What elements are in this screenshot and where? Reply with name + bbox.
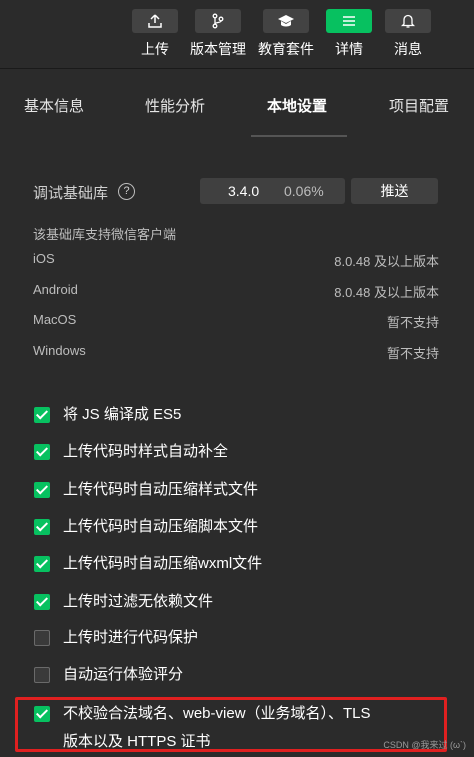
client-row-macos: MacOS 暂不支持 — [33, 312, 439, 330]
option-label: 上传代码时自动压缩脚本文件 — [63, 518, 259, 535]
checkbox[interactable] — [34, 519, 50, 535]
client-name: MacOS — [33, 312, 77, 327]
tab-basic-info[interactable]: 基本信息 — [24, 97, 84, 117]
branch-icon — [195, 9, 241, 33]
help-icon[interactable]: ? — [118, 183, 135, 200]
debug-library-label: 调试基础库 — [33, 185, 109, 202]
option-label: 自动运行体验评分 — [63, 666, 184, 683]
tab-project-config[interactable]: 项目配置 — [389, 97, 449, 117]
settings-panel: 上传 版本管理 教育套件 详情 消息 基本信息 性能分析 本地设置 项目配置 调… — [0, 0, 474, 757]
client-version: 8.0.48 及以上版本 — [334, 285, 439, 300]
checkbox[interactable] — [34, 594, 50, 610]
messages-label: 消息 — [394, 41, 422, 57]
bell-icon — [385, 9, 431, 33]
upload-label: 上传 — [141, 41, 169, 57]
toolbar: 上传 版本管理 教育套件 详情 消息 — [0, 0, 474, 69]
checkbox[interactable] — [34, 407, 50, 423]
version-manage-button[interactable]: 版本管理 — [186, 9, 250, 65]
tab-bar: 基本信息 性能分析 本地设置 项目配置 — [0, 69, 474, 139]
highlight-annotation — [15, 697, 447, 752]
tab-local-settings[interactable]: 本地设置 — [267, 97, 327, 117]
library-usage-percent: 0.06% — [284, 183, 324, 199]
option-label: 上传代码时自动压缩wxml文件 — [63, 555, 263, 572]
checkbox[interactable] — [34, 556, 50, 572]
checkbox[interactable] — [34, 630, 50, 646]
upload-icon — [132, 9, 178, 33]
checkbox[interactable] — [34, 482, 50, 498]
active-tab-indicator — [251, 135, 347, 137]
client-version: 暂不支持 — [386, 315, 439, 330]
library-version-select[interactable]: 3.4.0 0.06% — [200, 178, 345, 204]
client-name: iOS — [33, 251, 55, 266]
upload-button[interactable]: 上传 — [123, 9, 187, 65]
debug-library-row: 调试基础库 ? 3.4.0 0.06% 推送 — [33, 178, 443, 204]
details-label: 详情 — [335, 41, 363, 57]
library-version: 3.4.0 — [228, 183, 260, 199]
option-label: 上传代码时样式自动补全 — [63, 443, 229, 460]
client-name: Windows — [33, 343, 86, 358]
messages-button[interactable]: 消息 — [376, 9, 440, 65]
version-manage-label: 版本管理 — [190, 41, 246, 57]
details-button[interactable]: 详情 — [317, 9, 381, 65]
tab-performance[interactable]: 性能分析 — [145, 97, 205, 117]
client-row-ios: iOS 8.0.48 及以上版本 — [33, 251, 439, 269]
support-title: 该基础库支持微信客户端 — [33, 227, 177, 242]
education-kit-button[interactable]: 教育套件 — [254, 9, 318, 65]
option-label: 上传代码时自动压缩样式文件 — [63, 481, 259, 498]
graduation-cap-icon — [263, 9, 309, 33]
option-label: 上传时过滤无依赖文件 — [63, 593, 214, 610]
option-label: 上传时进行代码保护 — [63, 629, 199, 646]
education-kit-label: 教育套件 — [258, 41, 314, 57]
client-row-android: Android 8.0.48 及以上版本 — [33, 282, 439, 300]
watermark: CSDN @我来过 (ω`) — [383, 740, 466, 750]
client-version: 8.0.48 及以上版本 — [334, 254, 439, 269]
option-label: 将 JS 编译成 ES5 — [63, 406, 182, 423]
checkbox[interactable] — [34, 444, 50, 460]
client-version: 暂不支持 — [386, 346, 439, 361]
push-button[interactable]: 推送 — [351, 178, 438, 204]
menu-icon — [326, 9, 372, 33]
checkbox[interactable] — [34, 667, 50, 683]
client-row-windows: Windows 暂不支持 — [33, 343, 439, 361]
client-name: Android — [33, 282, 78, 297]
